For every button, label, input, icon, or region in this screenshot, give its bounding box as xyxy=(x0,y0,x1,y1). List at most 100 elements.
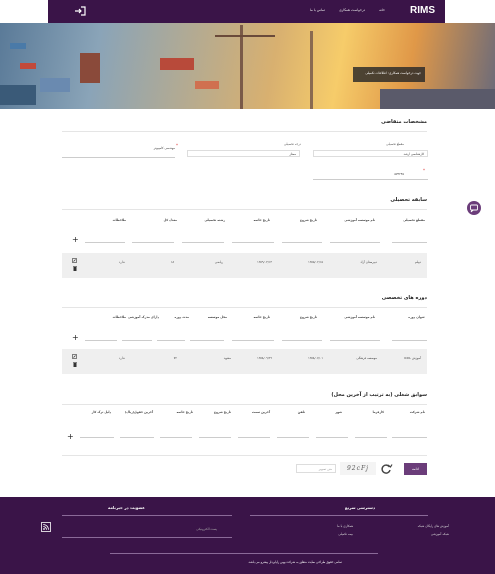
divider xyxy=(62,537,232,538)
job-input[interactable] xyxy=(238,437,270,438)
course-input[interactable] xyxy=(190,340,224,341)
container-shape xyxy=(80,53,100,83)
cell: ندارد xyxy=(118,260,125,264)
chat-button[interactable] xyxy=(467,201,481,215)
cell: ۱۳۸۸/۰۷/۰۱ xyxy=(308,356,323,360)
captcha-image: 92cFj xyxy=(340,462,376,475)
edu-input[interactable] xyxy=(392,242,427,243)
footer-link[interactable]: همکاری با ما xyxy=(337,524,353,528)
cell: ۱۳۸۹/۰۳/۱۴ xyxy=(257,260,272,264)
job-input[interactable] xyxy=(120,437,154,438)
course-input[interactable] xyxy=(122,340,152,341)
th-major: رشته تحصیلی xyxy=(204,218,226,222)
ship-shape xyxy=(380,89,495,109)
cell: ریاضی xyxy=(214,260,223,264)
trash-icon[interactable] xyxy=(73,362,77,367)
edu-input[interactable] xyxy=(330,242,380,243)
th-place: محل موسسه xyxy=(207,315,227,319)
required-mark: * xyxy=(423,168,425,173)
menu-item-home[interactable]: خانه xyxy=(379,8,385,12)
job-input[interactable] xyxy=(160,437,192,438)
edu-input[interactable] xyxy=(182,242,224,243)
th-end: تاریخ خاتمه xyxy=(176,410,193,414)
site-footer: دسترسی سریع آموزش های رایگان شبکه شبکه آ… xyxy=(0,497,495,574)
major-value: مهندسی کامپیوتر xyxy=(153,146,175,150)
edu-input[interactable] xyxy=(132,242,174,243)
job-input[interactable] xyxy=(199,437,231,438)
th-position: آخرین سمت xyxy=(251,410,270,414)
trash-icon[interactable] xyxy=(73,266,77,271)
continue-button[interactable]: ادامه xyxy=(404,463,427,475)
divider xyxy=(62,307,427,308)
edit-icon[interactable] xyxy=(72,258,77,263)
course-input[interactable] xyxy=(282,340,322,341)
edu-input[interactable] xyxy=(232,242,274,243)
course-input[interactable] xyxy=(85,340,117,341)
container-shape xyxy=(20,63,36,69)
site-logo[interactable]: RIMS xyxy=(410,5,435,16)
add-row-button[interactable]: + xyxy=(72,334,79,342)
footer-link[interactable]: آموزش های رایگان شبکه xyxy=(418,524,449,528)
cell: ۷۲ xyxy=(173,356,177,360)
job-input[interactable] xyxy=(277,437,309,438)
menu-item-cooperation[interactable]: درخواست همکاری xyxy=(339,8,365,12)
course-input[interactable] xyxy=(392,340,427,341)
divider xyxy=(62,515,232,516)
th-notes: ملاحظات xyxy=(112,315,126,319)
section-title-courses: دوره های تخصصی xyxy=(381,295,427,301)
hero-banner: جهت درخواست همکاری: اطلاعات تکمیلی xyxy=(0,23,495,109)
divider xyxy=(62,131,427,132)
cell: دیپلم xyxy=(414,260,421,264)
th-certificate: دارای مدرک آموزشی xyxy=(127,315,159,319)
th-phone: تلفن xyxy=(297,410,305,414)
field-select[interactable]: کارشناسی ارشد xyxy=(313,150,428,157)
cell: ۱۳۸۸/۰۹/۲۹ xyxy=(257,356,272,360)
menu-item-contact[interactable]: تماس با ما xyxy=(310,8,325,12)
job-input[interactable] xyxy=(355,437,387,438)
captcha-input[interactable]: متن تصویر xyxy=(296,464,336,473)
th-start: تاریخ شروع xyxy=(213,410,231,414)
divider xyxy=(110,553,378,554)
course-input[interactable] xyxy=(232,340,274,341)
crane-shape xyxy=(215,35,275,37)
cell: مشهد xyxy=(223,356,231,360)
main-menu: خانه درخواست همکاری تماس با ما xyxy=(310,8,385,12)
footer-quick-links-title: دسترسی سریع xyxy=(344,505,375,510)
cell: دبیرستان آزاد xyxy=(360,260,377,264)
code-input[interactable] xyxy=(313,179,428,180)
level-select[interactable]: ممتاز xyxy=(187,150,300,157)
major-input[interactable] xyxy=(62,157,175,158)
cell: ۱۳۸۵/۰۲/۱۵ xyxy=(308,260,323,264)
cell: ۱۸ xyxy=(170,260,174,264)
rss-icon[interactable] xyxy=(41,522,51,532)
divider xyxy=(62,404,427,405)
refresh-icon[interactable] xyxy=(380,463,393,475)
job-input[interactable] xyxy=(316,437,348,438)
footer-link[interactable]: شبکه آموزشی xyxy=(431,532,449,536)
th-city: شهر xyxy=(335,410,342,414)
job-input[interactable] xyxy=(80,437,114,438)
edu-input[interactable] xyxy=(85,242,125,243)
th-company: نام شرکت xyxy=(409,410,425,414)
add-row-button[interactable]: + xyxy=(72,236,79,244)
course-input[interactable] xyxy=(157,340,185,341)
copyright: تمامی حقوق طراحی سایت متعلق به شرکت بهین… xyxy=(247,560,342,564)
field-label: مقطع تحصیلی xyxy=(386,142,404,146)
th-institute: نام موسسه آموزشی xyxy=(344,315,375,319)
add-row-button[interactable]: + xyxy=(67,433,74,441)
section-title-education: سابقه تحصیلی xyxy=(390,197,427,203)
footer-link[interactable]: بیمه تکمیلی xyxy=(338,532,353,536)
code-value: ۵۷۳۲۴۵ xyxy=(394,172,404,176)
edit-icon[interactable] xyxy=(72,354,77,359)
login-icon[interactable] xyxy=(74,6,86,16)
job-input[interactable] xyxy=(392,437,427,438)
footer-newsletter-title: عضویت در خبرنامه xyxy=(108,505,145,510)
divider xyxy=(62,455,427,456)
newsletter-email-input[interactable]: پست الکترونیکی xyxy=(196,527,217,531)
th-salary: آخرین حقوق(ریال) xyxy=(124,410,153,414)
container-shape xyxy=(40,78,70,92)
th-end: تاریخ خاتمه xyxy=(253,218,270,222)
edu-input[interactable] xyxy=(282,242,322,243)
course-input[interactable] xyxy=(330,340,380,341)
crane-shape xyxy=(310,31,313,109)
